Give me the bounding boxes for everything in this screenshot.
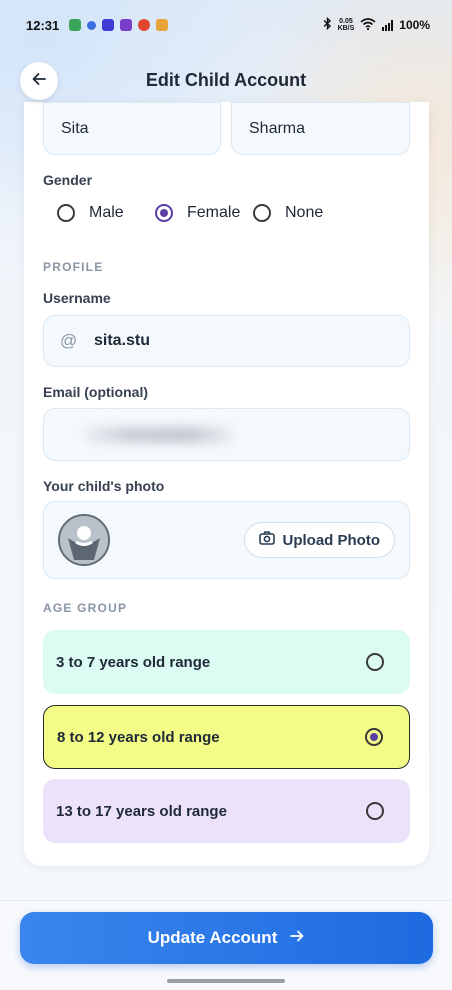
- child-avatar-icon: [60, 516, 108, 564]
- update-account-button[interactable]: Update Account: [20, 912, 433, 964]
- username-value: sita.stu: [94, 332, 151, 349]
- radio-icon: [57, 204, 75, 222]
- age-option-label: 13 to 17 years old range: [56, 802, 227, 820]
- gender-option-female[interactable]: Female: [155, 204, 240, 222]
- radio-icon: [366, 653, 384, 671]
- camera-icon: [258, 531, 275, 549]
- age-option-label: 3 to 7 years old range: [56, 653, 211, 671]
- email-label: Email (optional): [43, 384, 148, 400]
- photo-label: Your child's photo: [43, 478, 165, 494]
- app-notification-icon: [87, 20, 97, 30]
- status-time: 12:31: [26, 17, 60, 33]
- page-title: Edit Child Account: [145, 70, 307, 90]
- arrow-right-icon: [289, 928, 305, 948]
- email-value-redacted: [84, 426, 234, 443]
- update-account-label: Update Account: [147, 928, 278, 947]
- form-card: Sita Sharma Gender Male Female None PROF…: [24, 102, 429, 866]
- status-right: 0.05 KB/S 100%: [323, 16, 430, 33]
- network-speed: 0.05 KB/S: [338, 18, 355, 32]
- upload-photo-button[interactable]: Upload Photo: [243, 522, 395, 558]
- radio-icon: [253, 204, 271, 222]
- gender-label: Gender: [43, 172, 93, 188]
- battery-level: 100%: [399, 18, 430, 32]
- app-notification-icon: [138, 19, 151, 31]
- username-field[interactable]: @ sita.stu: [43, 315, 410, 367]
- first-name-field[interactable]: Sita: [43, 102, 221, 155]
- signal-icon: [382, 19, 394, 31]
- gender-option-none[interactable]: None: [253, 204, 323, 222]
- age-option-3-7[interactable]: 3 to 7 years old range: [43, 630, 410, 694]
- home-indicator[interactable]: [167, 979, 285, 983]
- username-label: Username: [43, 290, 111, 306]
- gender-option-label: Male: [89, 204, 124, 221]
- app-notification-icon: [120, 19, 133, 31]
- age-option-13-17[interactable]: 13 to 17 years old range: [43, 779, 410, 843]
- app-header: Edit Child Account: [0, 56, 452, 104]
- network-speed-value: 0.05: [339, 18, 353, 25]
- gender-option-male[interactable]: Male: [57, 204, 124, 222]
- network-speed-unit: KB/S: [337, 25, 355, 32]
- bluetooth-icon: [323, 16, 332, 33]
- first-name-value: Sita: [61, 119, 89, 137]
- app-notification-icon: [102, 19, 115, 31]
- profile-section-title: PROFILE: [43, 260, 104, 274]
- app-notification-icon: [156, 19, 169, 31]
- gender-option-label: Female: [187, 204, 241, 221]
- gender-option-label: None: [285, 204, 324, 221]
- last-name-field[interactable]: Sharma: [231, 102, 410, 155]
- age-option-label: 8 to 12 years old range: [57, 728, 220, 746]
- at-icon: @: [60, 331, 78, 350]
- app-notification-icon: [69, 19, 82, 31]
- photo-section: Upload Photo: [43, 501, 410, 579]
- status-bar: 12:31 0.05 KB/S 100%: [0, 0, 452, 50]
- status-left: 12:31: [26, 17, 169, 33]
- age-group-section-title: AGE GROUP: [43, 601, 128, 615]
- age-option-8-12[interactable]: 8 to 12 years old range: [43, 705, 410, 769]
- email-field[interactable]: [43, 408, 410, 461]
- radio-icon: [366, 802, 384, 820]
- radio-selected-icon: [365, 728, 383, 746]
- last-name-value: Sharma: [249, 119, 306, 137]
- radio-selected-icon: [155, 204, 173, 222]
- wifi-icon: [360, 17, 376, 33]
- child-avatar: [58, 514, 110, 566]
- upload-photo-label: Upload Photo: [282, 531, 381, 549]
